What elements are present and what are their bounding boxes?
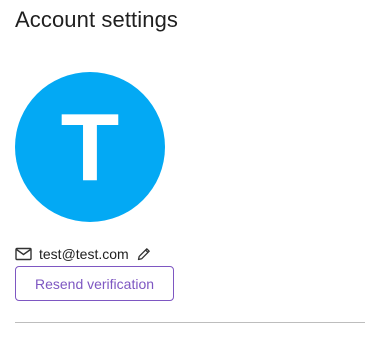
pencil-icon[interactable] <box>136 246 152 262</box>
avatar: T <box>15 72 165 222</box>
divider <box>15 322 365 323</box>
mail-icon <box>15 247 32 261</box>
account-settings-page: Account settings T test@test.com Resend … <box>0 0 387 337</box>
resend-verification-button[interactable]: Resend verification <box>15 266 174 301</box>
email-address: test@test.com <box>39 246 129 262</box>
page-title: Account settings <box>15 7 179 32</box>
avatar-initial: T <box>60 94 120 201</box>
email-row: test@test.com <box>15 244 152 264</box>
